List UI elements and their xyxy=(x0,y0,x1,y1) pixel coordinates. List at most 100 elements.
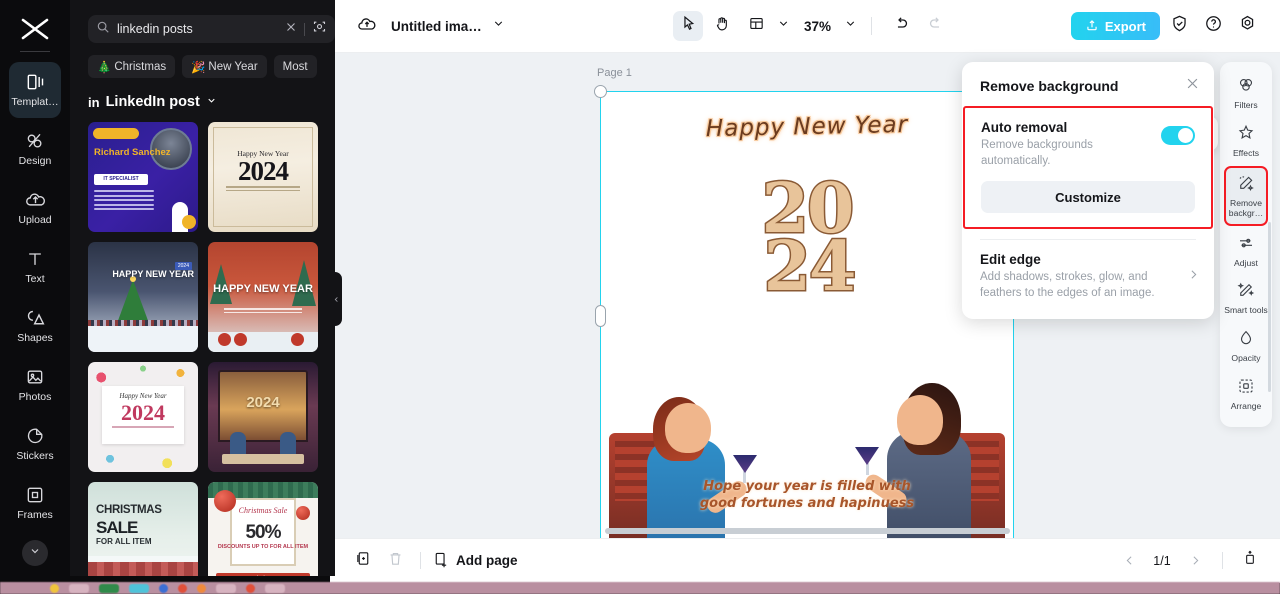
search-divider xyxy=(304,22,305,36)
cloud-save-icon[interactable] xyxy=(357,14,377,39)
template-card[interactable]: Richard Sanchez IT SPECIALIST xyxy=(88,122,198,232)
taskbar-icon[interactable] xyxy=(216,583,236,593)
sidebar-item-design[interactable]: Design xyxy=(9,121,61,177)
taskbar-icon[interactable] xyxy=(50,583,59,593)
taskbar-icon[interactable] xyxy=(99,583,119,593)
tool-arrange[interactable]: Arrange xyxy=(1224,371,1268,417)
help-button[interactable] xyxy=(1198,11,1228,41)
taskbar-icon[interactable] xyxy=(246,583,255,593)
edit-edge-row[interactable]: Edit edge Add shadows, strokes, glow, an… xyxy=(962,240,1214,313)
template-card[interactable]: CHRISTMAS SALE FOR ALL ITEM xyxy=(88,482,198,582)
template-card[interactable]: Happy New Year 2024 xyxy=(88,362,198,472)
capcut-logo xyxy=(17,16,53,42)
templates-icon xyxy=(24,71,46,93)
export-button[interactable]: Export xyxy=(1070,12,1160,40)
sidebar-item-templates[interactable]: Templat… xyxy=(9,62,61,118)
tool-opacity[interactable]: Opacity xyxy=(1224,323,1268,369)
head-art xyxy=(897,395,943,445)
template-card[interactable]: 2024 xyxy=(208,362,318,472)
template-card[interactable]: HAPPY NEW YEAR xyxy=(208,242,318,352)
expand-timeline-button[interactable] xyxy=(1236,547,1264,575)
auto-removal-toggle[interactable] xyxy=(1161,126,1195,145)
sidebar-item-label: Text xyxy=(25,274,45,286)
zoom-chevron-down-icon[interactable] xyxy=(844,17,857,35)
horizontal-scrollbar[interactable] xyxy=(605,528,1010,534)
artwork-year-text[interactable]: 20 24 xyxy=(601,173,1013,303)
tool-effects[interactable]: Effects xyxy=(1224,118,1268,164)
upload-cloud-icon xyxy=(24,189,46,211)
undo-button[interactable] xyxy=(886,11,916,41)
arrange-icon xyxy=(1237,377,1255,400)
document-title-chevron-down-icon[interactable] xyxy=(492,17,505,35)
sidebar-item-label: Templat… xyxy=(11,97,59,109)
template-card[interactable]: 2024 HAPPY NEW YEAR xyxy=(88,242,198,352)
delete-page-button[interactable] xyxy=(381,547,409,575)
customize-button[interactable]: Customize xyxy=(981,181,1195,214)
select-tool-button[interactable] xyxy=(673,11,703,41)
divider xyxy=(112,426,174,428)
taskbar-icon[interactable] xyxy=(178,583,187,593)
hand-tool-button[interactable] xyxy=(707,11,737,41)
taskbar-icon[interactable] xyxy=(69,583,89,593)
category-selector[interactable]: in LinkedIn post xyxy=(70,78,335,110)
snow-art xyxy=(88,326,198,352)
sidebar-item-label: Stickers xyxy=(16,451,54,463)
artwork-subtitle-text[interactable]: Hope your year is filled with good fortu… xyxy=(619,478,995,513)
rail-expand-more-button[interactable] xyxy=(22,540,48,566)
tool-remove-background[interactable]: Remove backgr… xyxy=(1224,165,1268,226)
template-card[interactable]: Christmas Sale 50% DISCOUNTS UP TO FOR A… xyxy=(208,482,318,582)
taskbar-icon[interactable] xyxy=(265,583,285,593)
settings-button[interactable] xyxy=(1232,11,1262,41)
help-question-icon xyxy=(1204,14,1223,38)
chip-most-popular[interactable]: Most xyxy=(273,55,317,78)
text-icon xyxy=(24,248,46,270)
chip-christmas[interactable]: 🎄 Christmas xyxy=(88,55,176,78)
card-title: HAPPY NEW YEAR xyxy=(213,283,313,295)
shield-check-button[interactable] xyxy=(1164,11,1194,41)
sidebar-item-upload[interactable]: Upload xyxy=(9,180,61,236)
card-line4: FOR ALL ITEM xyxy=(96,537,152,546)
right-rail-scrollbar[interactable] xyxy=(1268,222,1271,392)
card-title: Richard Sanchez xyxy=(94,147,171,158)
image-search-icon[interactable] xyxy=(312,19,327,39)
opacity-drop-icon xyxy=(1237,329,1255,352)
collapse-panel-handle[interactable] xyxy=(330,272,342,326)
sidebar-item-photos[interactable]: Photos xyxy=(9,357,61,413)
taskbar-icon[interactable] xyxy=(129,583,149,593)
taskbar-icon[interactable] xyxy=(159,583,168,593)
duplicate-page-button[interactable] xyxy=(349,547,377,575)
topbar-right-group: Export xyxy=(1070,11,1262,41)
search-input[interactable] xyxy=(117,22,278,36)
add-page-button[interactable]: Add page xyxy=(432,551,518,571)
tool-filters[interactable]: Filters xyxy=(1224,70,1268,116)
prev-page-button[interactable] xyxy=(1115,547,1143,575)
card-line1: CHRISTMAS xyxy=(96,504,162,516)
tool-adjust[interactable]: Adjust xyxy=(1224,228,1268,274)
chip-new-year[interactable]: 🎉 New Year xyxy=(182,55,267,78)
sidebar-item-stickers[interactable]: Stickers xyxy=(9,416,61,472)
template-card[interactable]: Happy New Year 2024 xyxy=(208,122,318,232)
artboard[interactable]: Happy New Year 20 24 Hope your year is f… xyxy=(600,91,1014,538)
clear-search-icon[interactable] xyxy=(285,20,297,38)
redo-button[interactable] xyxy=(920,11,950,41)
resize-handle-left-middle[interactable] xyxy=(595,305,606,327)
card-body-lines xyxy=(224,308,302,315)
search-box[interactable] xyxy=(88,15,335,43)
sidebar-item-shapes[interactable]: Shapes xyxy=(9,298,61,354)
sidebar-item-text[interactable]: Text xyxy=(9,239,61,295)
artwork-title-text[interactable]: Happy New Year xyxy=(601,110,1013,145)
taskbar-icon[interactable] xyxy=(197,583,206,593)
document-title[interactable]: Untitled ima… xyxy=(391,19,482,34)
zoom-level[interactable]: 37% xyxy=(804,19,831,34)
card-discount: 50% xyxy=(245,522,281,543)
layout-tool-button[interactable] xyxy=(741,11,771,41)
bottom-divider xyxy=(1222,552,1223,569)
tool-smart-tools[interactable]: Smart tools xyxy=(1224,275,1268,321)
resize-handle-top-left[interactable] xyxy=(594,85,607,98)
next-page-button[interactable] xyxy=(1181,547,1209,575)
layout-chevron-down-icon[interactable] xyxy=(777,17,790,35)
category-label: LinkedIn post xyxy=(105,94,200,110)
close-icon[interactable] xyxy=(1185,76,1200,96)
tool-label: Arrange xyxy=(1230,401,1262,412)
sidebar-item-frames[interactable]: Frames xyxy=(9,475,61,531)
